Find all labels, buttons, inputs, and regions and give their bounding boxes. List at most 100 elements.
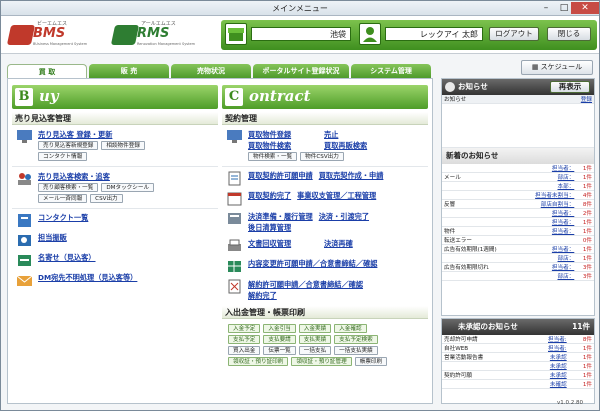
bulk-mail-button[interactable]: メール一斉同報: [38, 194, 88, 203]
contract-permission-link[interactable]: 買取契約許可願申請: [248, 171, 313, 180]
contact-list-link[interactable]: コンタクト一覧: [38, 213, 88, 222]
property-search-link[interactable]: 買取物件検索: [248, 140, 318, 151]
report-print-button[interactable]: 帳票印刷: [354, 357, 388, 366]
logout-button[interactable]: ログアウト: [489, 27, 539, 41]
schedule-button[interactable]: ▦ スケジュール: [521, 60, 593, 75]
bulk-payment-actual-button[interactable]: 一括支払実績: [334, 346, 378, 355]
payment-search-button[interactable]: 支払予定検索: [334, 335, 378, 344]
notice-count[interactable]: 1件: [576, 226, 594, 237]
notice-label[interactable]: 担当者：: [518, 226, 577, 237]
notice-label[interactable]: 未承認: [525, 361, 569, 372]
profit-process-link[interactable]: 事業収支管理／工程管理: [297, 191, 376, 200]
dm-seal-button[interactable]: DMタックシール: [101, 183, 155, 192]
notice-count[interactable]: 1件: [568, 379, 594, 390]
payment-section-title: 入出金管理・帳票印刷: [222, 306, 428, 319]
notice-label[interactable]: 部店自割当：: [518, 199, 577, 210]
notice-label[interactable]: 部店：: [518, 253, 577, 264]
property-csv-button[interactable]: 物件CSV出力: [300, 152, 344, 161]
tab-portal-status[interactable]: ポータルサイト登録状況: [253, 64, 349, 78]
notice-count[interactable]: 1件: [576, 253, 594, 264]
tab-sell[interactable]: 販 売: [89, 64, 169, 78]
post-settlement-link[interactable]: 後日清算管理: [248, 223, 291, 232]
notice-count[interactable]: 1件: [576, 217, 594, 228]
notice-label[interactable]: 未確認: [525, 379, 569, 390]
content-change-link[interactable]: 内容変更許可願申請／合意書締結／確認: [248, 259, 377, 268]
notice-label[interactable]: 部店：: [518, 271, 577, 282]
csv-export-button[interactable]: CSV出力: [90, 194, 123, 203]
redisplay-button[interactable]: 再表示: [550, 81, 590, 93]
deposit-confirm-button[interactable]: 入金確認: [334, 324, 367, 333]
notice-count[interactable]: 3件: [576, 262, 594, 273]
notice-label[interactable]: 担当者:: [525, 335, 569, 345]
contract-complete-link[interactable]: 買取契約完了: [248, 191, 291, 200]
notice-label[interactable]: [518, 235, 577, 246]
dm-unknown-link[interactable]: DM宛先不明処理（見込客等）: [38, 273, 137, 282]
notice-count[interactable]: 1件: [576, 164, 594, 174]
payment-request-button[interactable]: 支払要請: [263, 335, 296, 344]
notice-count[interactable]: 1件: [576, 244, 594, 255]
notice-count[interactable]: 1件: [576, 172, 594, 183]
settlement-recheck-link[interactable]: 決済再確: [324, 239, 353, 248]
stop-sale-link[interactable]: 売止: [324, 130, 338, 139]
notice-label[interactable]: 担当者：: [518, 262, 577, 273]
customer-search-button[interactable]: 売り顧客検索・一覧: [38, 183, 99, 192]
contact-info-button[interactable]: コンタクト情報: [38, 152, 88, 161]
notice-label[interactable]: 部店：: [518, 172, 577, 183]
receipt-print-button[interactable]: 領収証・預り証印刷: [228, 357, 289, 366]
notice-label[interactable]: 未承認: [525, 370, 569, 381]
prospect-search-link[interactable]: 売り見込客検索・追客: [38, 172, 110, 181]
notice-count[interactable]: 3件: [576, 271, 594, 282]
deposit-plan-button[interactable]: 入金予定: [228, 324, 261, 333]
settlement-complete-link[interactable]: 決済・引渡完了: [319, 212, 369, 221]
notice-count[interactable]: 0件: [576, 235, 594, 246]
property-register-link[interactable]: 買取物件登録: [248, 129, 318, 140]
notice-label[interactable]: 担当者：: [518, 208, 577, 219]
notice-label[interactable]: 担当者未割当：: [518, 190, 577, 201]
voucher-list-button[interactable]: 伝票一覧: [263, 346, 296, 355]
close-button[interactable]: 閉じる: [547, 27, 591, 41]
deposit-allocate-button[interactable]: 入金引当: [263, 324, 296, 333]
notice-label[interactable]: 未承認: [525, 352, 569, 363]
notice-label[interactable]: 本部：: [518, 181, 577, 192]
notice-count[interactable]: 4件: [576, 190, 594, 201]
notice-label[interactable]: 担当者：: [518, 217, 577, 228]
notice-row: 広告有効期限(1週間) 担当者： 1件: [442, 244, 594, 255]
deposit-actual-button[interactable]: 入金実績: [298, 324, 332, 333]
assign-link[interactable]: 担当振販: [38, 233, 67, 242]
notice-label[interactable]: 担当者：: [518, 244, 577, 255]
user-field[interactable]: レックアイ 太郎: [385, 27, 483, 41]
consult-property-button[interactable]: 相談物件登録: [101, 141, 145, 150]
property-list-button[interactable]: 物件検索・一覧: [248, 152, 298, 161]
notice-count[interactable]: 1件: [568, 343, 594, 354]
notice-count[interactable]: 8件: [568, 335, 594, 345]
payment-plan-button[interactable]: 支払予定: [228, 335, 261, 344]
notice-label[interactable]: 担当者:: [525, 343, 569, 354]
cancel-permission-link[interactable]: 解約許可願申請／合意書締結／確認: [248, 280, 363, 289]
prospect-register-link[interactable]: 売り見込客 登録・更新: [38, 130, 112, 139]
notice-register-link[interactable]: 登録: [538, 95, 594, 105]
tab-property-status[interactable]: 売物状況: [171, 64, 251, 78]
resale-search-link[interactable]: 買取再販検索: [324, 141, 367, 150]
new-prospect-button[interactable]: 売り見込客新規登録: [38, 141, 99, 150]
tab-buy[interactable]: 買 取: [7, 64, 87, 78]
notice-count[interactable]: 1件: [568, 370, 594, 381]
document-collect-link[interactable]: 文書回収管理: [248, 239, 318, 249]
notice-count[interactable]: 1件: [568, 361, 594, 372]
payment-actual-button[interactable]: 支払実績: [298, 335, 332, 344]
sale-contract-link[interactable]: 買取売契作成・申請: [319, 171, 384, 180]
merge-link[interactable]: 名寄せ（見込客）: [38, 253, 96, 262]
notice-count[interactable]: 2件: [576, 208, 594, 219]
store-field[interactable]: 池袋: [251, 27, 351, 41]
receipt-manage-button[interactable]: 領収証・預り証管理: [291, 357, 352, 366]
tab-system[interactable]: システム管理: [351, 64, 431, 78]
settlement-prep-link[interactable]: 決済準備・履行管理: [248, 212, 313, 221]
cancel-complete-link[interactable]: 解約完了: [248, 291, 277, 300]
bulk-payment-button[interactable]: 一括支払: [298, 346, 332, 355]
close-window-button[interactable]: ✕: [571, 2, 599, 14]
notice-count[interactable]: 1件: [576, 181, 594, 192]
minimize-button[interactable]: –: [537, 2, 555, 14]
notice-count[interactable]: 1件: [568, 352, 594, 363]
notice-count[interactable]: 8件: [576, 199, 594, 210]
buy-outflow-button[interactable]: 買入出金: [228, 346, 261, 355]
notice-label[interactable]: 担当者：: [518, 164, 577, 174]
